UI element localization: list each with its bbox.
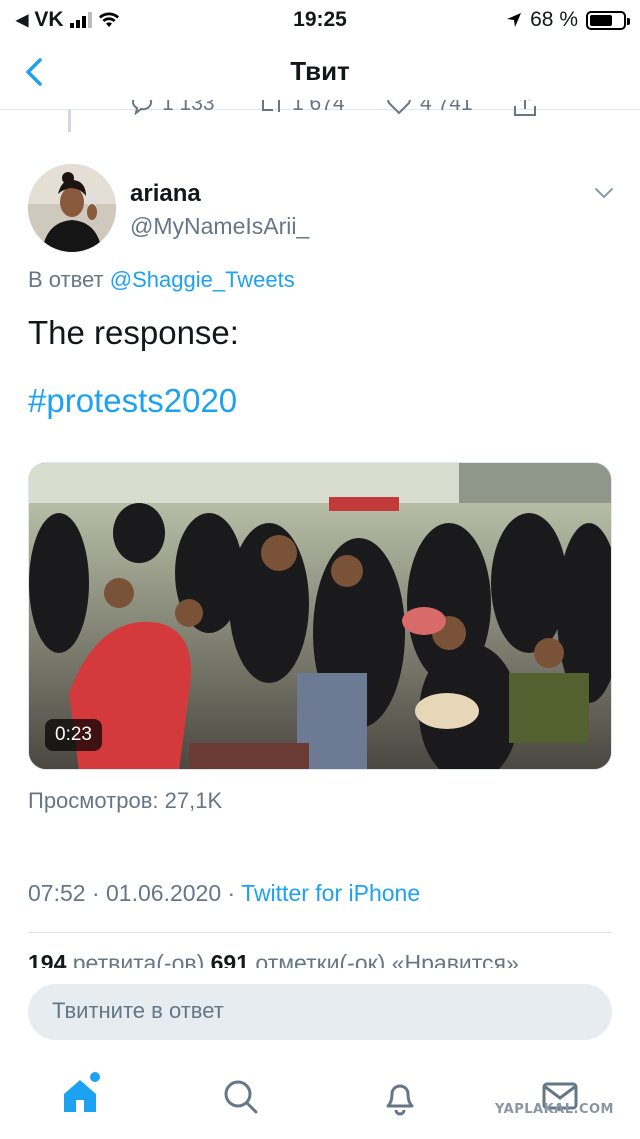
bell-icon	[386, 1084, 414, 1116]
video-thumbnail	[29, 463, 611, 769]
user-handle[interactable]: @MyNameIsArii_	[130, 213, 309, 240]
prev-retweet-action[interactable]: 1 674	[258, 100, 345, 116]
tab-search[interactable]	[218, 1074, 262, 1118]
reply-to-link[interactable]: @Shaggie_Tweets	[110, 267, 295, 292]
meta-separator: ·	[227, 880, 242, 906]
tweet-meta: 07:52 · 01.06.2020 · Twitter for iPhone	[28, 880, 420, 907]
prev-like-action[interactable]: 4 741	[386, 100, 473, 116]
meta-separator: ·	[91, 880, 107, 906]
prev-like-count: 4 741	[420, 100, 473, 115]
search-icon	[224, 1080, 258, 1114]
avatar-image	[28, 164, 116, 252]
watermark: YAPLAKAL.COM	[495, 1102, 614, 1117]
prev-retweet-count: 1 674	[292, 100, 345, 115]
retweet-icon	[262, 100, 280, 112]
heart-icon	[387, 100, 411, 115]
tweet-text: The response:	[28, 314, 239, 351]
battery-level	[590, 14, 612, 26]
hashtag-link[interactable]: #protests2020	[28, 382, 237, 420]
tweet-time: 07:52	[28, 880, 86, 906]
prev-reply-action[interactable]: 1 133	[130, 100, 215, 116]
divider	[28, 932, 612, 933]
location-arrow-icon	[507, 13, 522, 27]
view-count: Просмотров: 27,1K	[28, 788, 223, 813]
prev-share-action[interactable]	[512, 100, 538, 118]
battery-icon	[586, 10, 630, 30]
status-bar: ◀ VK 19:25 68 %	[0, 0, 640, 38]
video-duration: 0:23	[45, 719, 102, 751]
reply-bar: Твитните в ответ	[0, 968, 640, 1056]
tweet-date: 01.06.2020	[106, 880, 222, 906]
reply-icon	[131, 100, 152, 116]
status-right: 68 %	[506, 8, 630, 32]
video-player[interactable]: 0:23	[28, 462, 612, 770]
avatar[interactable]	[28, 164, 116, 252]
reply-prefix: В ответ	[28, 267, 104, 292]
tab-bar	[0, 1056, 640, 1139]
tab-notifications[interactable]	[378, 1074, 422, 1118]
home-notification-dot	[90, 1072, 100, 1082]
user-name[interactable]: ariana	[130, 180, 201, 208]
tweet-menu-button[interactable]	[592, 184, 616, 202]
share-icon	[514, 100, 536, 116]
chevron-down-icon	[595, 188, 613, 199]
prev-reply-count: 1 133	[162, 100, 215, 115]
page-title: Твит	[290, 56, 350, 86]
reply-context: В ответ @Shaggie_Tweets	[28, 267, 295, 293]
tab-home[interactable]	[58, 1072, 102, 1118]
previous-tweet-actions: 1 133 1 674 4 741	[0, 100, 640, 132]
battery-percent: 68 %	[530, 8, 578, 31]
tweet-source-link[interactable]: Twitter for iPhone	[241, 880, 420, 906]
reply-input[interactable]: Твитните в ответ	[28, 984, 612, 1040]
